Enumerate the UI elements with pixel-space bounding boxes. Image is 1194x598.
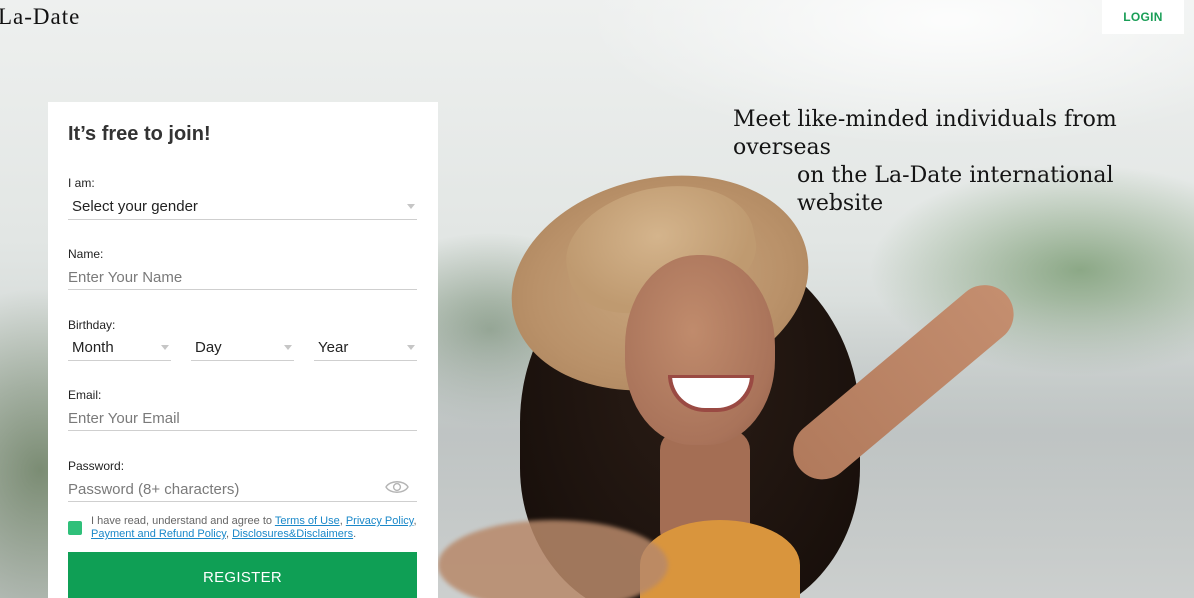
gender-label: I am: [68, 176, 95, 190]
birthday-month-value: Month [72, 339, 114, 356]
chevron-down-icon [161, 345, 169, 350]
hero-tagline: Meet like-minded individuals from overse… [733, 106, 1193, 218]
tagline-line-1: Meet like-minded individuals from overse… [733, 107, 1117, 160]
terms-suffix: . [353, 528, 357, 540]
birthday-year-select[interactable]: Year [314, 336, 417, 361]
terms-checkbox[interactable] [68, 521, 82, 535]
chevron-down-icon [284, 345, 292, 350]
password-label: Password: [68, 459, 125, 473]
payment-refund-policy-link[interactable]: Payment and Refund Policy [91, 528, 226, 540]
gender-select-value: Select your gender [72, 198, 198, 215]
registration-card: It’s free to join! I am: Select your gen… [48, 102, 438, 598]
privacy-policy-link[interactable]: Privacy Policy [346, 515, 414, 527]
name-label: Name: [68, 247, 104, 261]
name-input[interactable] [68, 265, 417, 290]
tagline-line-2: on the La-Date international website [797, 163, 1114, 216]
register-button[interactable]: REGISTER [68, 552, 417, 598]
hero-ground [438, 300, 1194, 598]
eye-icon[interactable] [385, 479, 409, 495]
birthday-year-value: Year [318, 339, 349, 356]
terms-of-use-link[interactable]: Terms of Use [275, 515, 340, 527]
chevron-down-icon [407, 204, 415, 209]
disclosures-disclaimers-link[interactable]: Disclosures&Disclaimers [232, 528, 353, 540]
email-label: Email: [68, 388, 102, 402]
terms-separator: , [413, 515, 417, 527]
login-button[interactable]: LOGIN [1102, 0, 1184, 34]
chevron-down-icon [407, 345, 415, 350]
email-input[interactable] [68, 406, 417, 431]
birthday-month-select[interactable]: Month [68, 336, 171, 361]
birthday-day-select[interactable]: Day [191, 336, 294, 361]
terms-prefix: I have read, understand and agree to [91, 515, 275, 527]
gender-select[interactable]: Select your gender [68, 195, 417, 220]
site-logo[interactable]: La-Date [0, 4, 80, 30]
birthday-day-value: Day [195, 339, 222, 356]
form-title: It’s free to join! [68, 123, 211, 145]
birthday-label: Birthday: [68, 318, 116, 332]
terms-text: I have read, understand and agree to Ter… [91, 515, 426, 541]
password-input[interactable] [68, 477, 417, 502]
